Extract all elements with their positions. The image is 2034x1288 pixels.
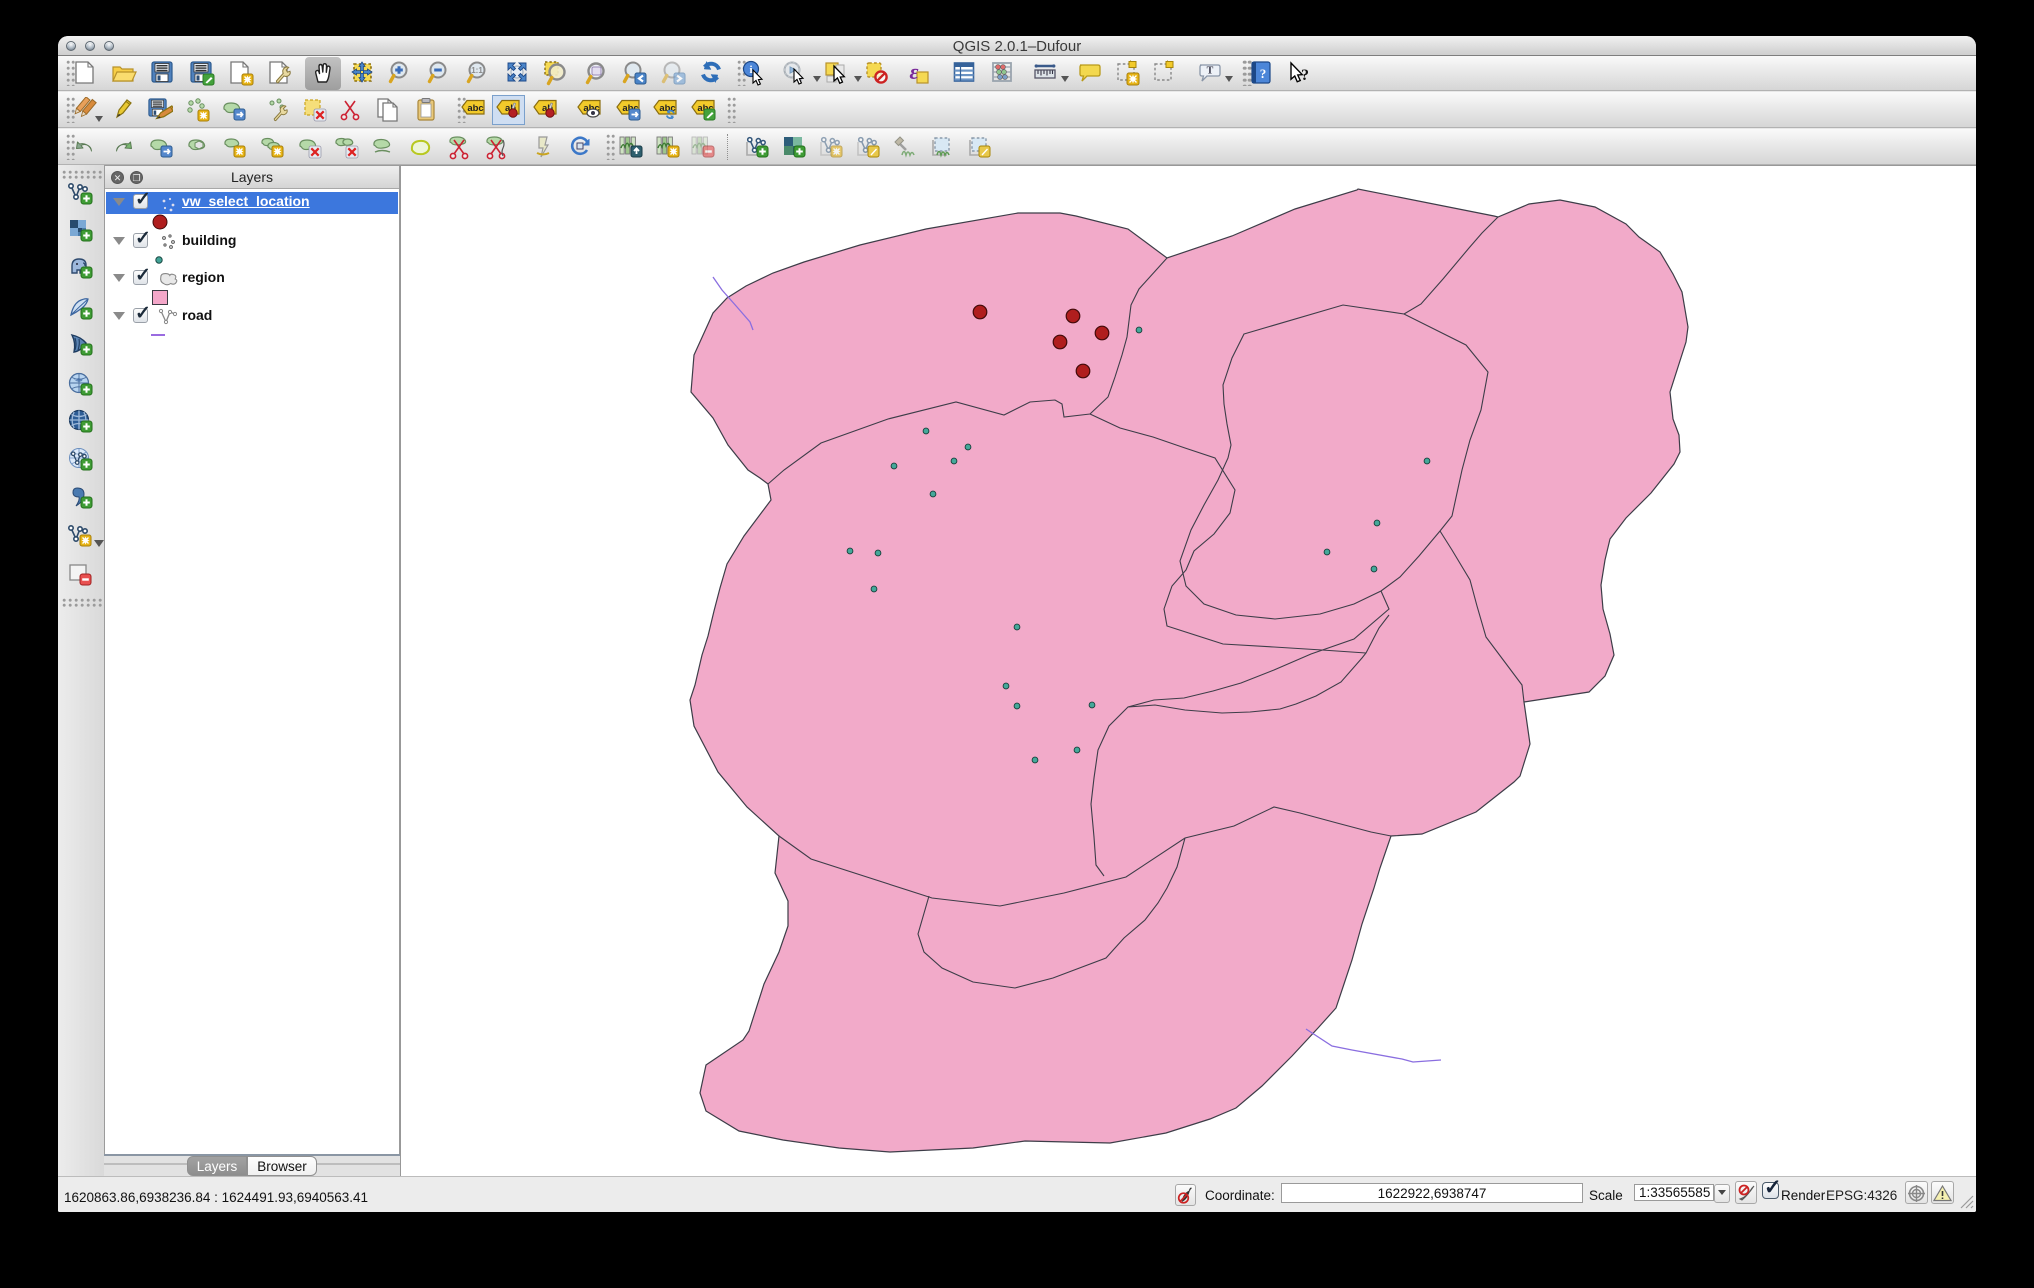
svg-text:abc: abc [467, 103, 483, 114]
svg-text:T: T [1207, 66, 1214, 77]
svg-text:ε: ε [909, 60, 918, 84]
svg-text:?: ? [1260, 66, 1267, 81]
svg-text:i: i [749, 64, 752, 76]
svg-text:1:1: 1:1 [471, 66, 483, 75]
svg-text:?: ? [1301, 67, 1309, 84]
